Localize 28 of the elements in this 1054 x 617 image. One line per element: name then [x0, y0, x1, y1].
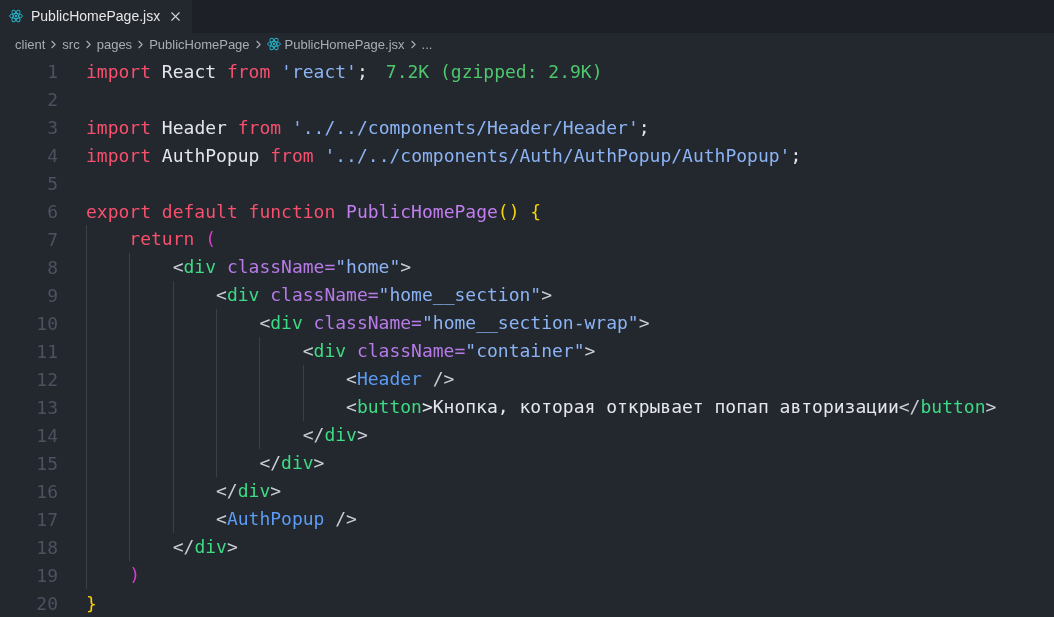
breadcrumb-item[interactable]: src [62, 34, 80, 55]
breadcrumb-item[interactable]: PublicHomePage.jsx [284, 34, 405, 55]
code-line: import Header from '../../components/Header/Header'; [86, 115, 650, 140]
react-icon [9, 9, 23, 24]
breadcrumb-item[interactable]: PublicHomePage [149, 34, 250, 55]
editor-tab[interactable]: PublicHomePage.jsx [0, 0, 193, 33]
code-line: } [86, 591, 97, 616]
code-line: </div> [86, 533, 238, 561]
code-line: <Header /> [86, 365, 455, 393]
code-line: export default function PublicHomePage() { [86, 199, 542, 224]
breadcrumb-item[interactable]: ... [421, 34, 433, 55]
code-line: import React from 'react'; [86, 59, 368, 84]
code-line: ) [86, 561, 141, 589]
code-line: <button>Кнопка, которая открывает попап авторизации</button> [86, 393, 997, 421]
code-line: </div> [86, 449, 325, 477]
code-line: return ( [86, 225, 217, 253]
breadcrumb-item[interactable]: pages [96, 34, 133, 55]
code-line: <AuthPopup /> [86, 505, 357, 533]
code-line: <div className="home"> [86, 253, 412, 281]
code-line: <div className="home__section-wrap"> [86, 309, 650, 337]
import-size-hint: 7.2K (gzipped: 2.9K) [385, 59, 603, 84]
code-line: </div> [86, 477, 282, 505]
code-line: <div className="container"> [86, 337, 596, 365]
react-icon [266, 37, 281, 52]
code-line: <div className="home__section"> [86, 281, 552, 309]
code-line: import AuthPopup from '../../components/Auth/AuthPopup/AuthPopup'; [86, 143, 802, 168]
code-line: </div> [86, 421, 368, 449]
breadcrumb-item[interactable]: client [15, 34, 46, 55]
